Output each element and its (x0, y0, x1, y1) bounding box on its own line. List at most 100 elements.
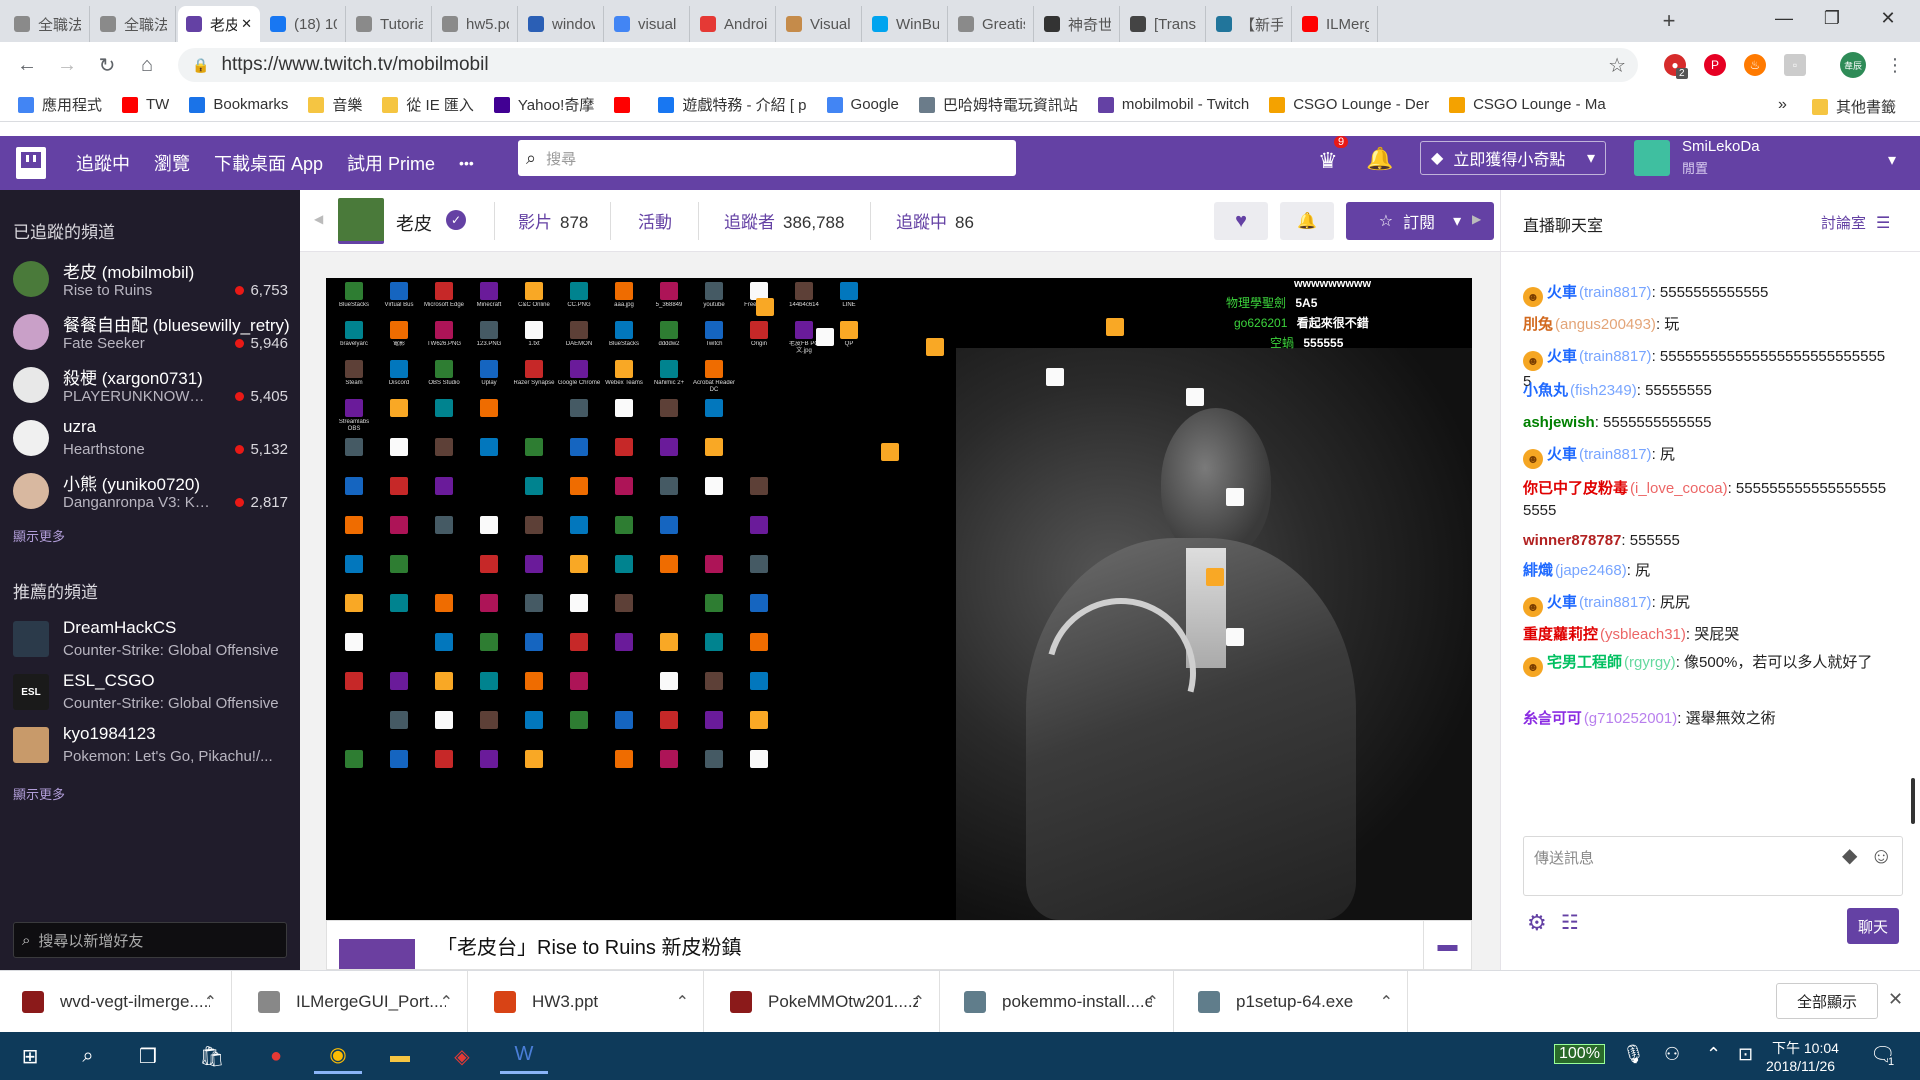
browser-tab[interactable]: 老皮 ✕ (178, 6, 260, 42)
forward-icon[interactable]: → (52, 50, 82, 80)
chat-rooms-button[interactable]: 討論室 ☰ (1821, 212, 1890, 233)
browser-tab[interactable]: Visual S (778, 6, 862, 42)
minimize-button[interactable]: — (1760, 0, 1808, 36)
chrome-icon[interactable]: ◉ (314, 1038, 362, 1074)
word-icon[interactable]: W (500, 1038, 548, 1074)
browser-tab[interactable]: Tutorial (348, 6, 432, 42)
comment-icon[interactable]: ▬ (1423, 921, 1471, 969)
chevron-up-icon[interactable]: ⌃ (440, 992, 453, 1012)
download-item[interactable]: pokemmo-install....exe⌃ (942, 971, 1174, 1033)
other-bookmarks[interactable]: 其他書籤 (1812, 96, 1896, 117)
tab-events[interactable]: 活動 (638, 208, 672, 233)
address-bar[interactable]: 🔒 https://www.twitch.tv/mobilmobil ☆ (178, 48, 1638, 82)
chat-username[interactable]: 重度蘿莉控 (1523, 626, 1598, 643)
followed-channel[interactable]: 餐餐自由配 (bluesewilly_retry) Fate Seeker 5,94… (0, 305, 300, 357)
chat-username[interactable]: 你已中了皮粉毒 (1523, 480, 1628, 497)
browser-tab[interactable]: [Transl (1122, 6, 1206, 42)
follow-heart-button[interactable]: ♥ (1214, 202, 1268, 240)
browser-tab[interactable]: WinBut (864, 6, 948, 42)
browser-tab[interactable]: (18) 10 (262, 6, 346, 42)
followed-channel[interactable]: 殺梗 (xargon0731) PLAYERUNKNOWN'... 5,405 (0, 358, 300, 410)
task-view-icon[interactable]: ❒ (124, 1038, 172, 1074)
chat-message-input[interactable]: 傳送訊息 ◆ ☺ (1523, 836, 1903, 896)
bookmark-star-icon[interactable]: ☆ (1608, 53, 1626, 78)
bookmark-item[interactable]: Yahoo!奇摩 (493, 94, 594, 115)
recommended-channel[interactable]: kyo1984123 Pokemon: Let's Go, Pikachu!/..… (0, 718, 300, 770)
show-more-followed[interactable]: 顯示更多 (13, 526, 65, 545)
viewer-list-icon[interactable]: ☷ (1561, 910, 1579, 935)
maximize-button[interactable]: ❐ (1808, 0, 1856, 36)
download-item[interactable]: p1setup-64.exe ⌃ (1176, 971, 1408, 1033)
recommended-channel[interactable]: DreamHackCS Counter-Strike: Global Offens… (0, 612, 300, 664)
chevron-up-icon[interactable]: ⌃ (912, 992, 925, 1012)
bookmark-item[interactable]: 從 IE 匯入 (382, 94, 474, 115)
download-item[interactable]: PokeMMOtw201....zip ⌃ (708, 971, 940, 1033)
chevron-up-icon[interactable]: ⌃ (1146, 992, 1159, 1012)
search-icon[interactable]: ⌕ (64, 1038, 112, 1074)
file-explorer-icon[interactable]: ▬ (376, 1038, 424, 1074)
download-item[interactable]: wvd-vegt-ilmerge....z...⌃ (0, 971, 232, 1033)
browser-tab[interactable]: 全職法師 (6, 6, 90, 42)
bookmark-item[interactable]: 音樂 (308, 94, 362, 115)
chat-scrollbar[interactable] (1911, 778, 1915, 824)
tab-videos[interactable]: 影片 878 (518, 208, 588, 233)
user-avatar[interactable] (1634, 140, 1670, 176)
show-more-recommended[interactable]: 顯示更多 (13, 784, 65, 803)
chrome-menu-icon[interactable]: ⋮ (1880, 50, 1910, 80)
chat-send-button[interactable]: 聊天 (1847, 908, 1899, 944)
new-tab-button[interactable]: + (1656, 8, 1682, 34)
followed-channel[interactable]: uzra Hearthstone 5,132 (0, 411, 300, 463)
browser-tab[interactable]: 【新手】 (1208, 6, 1292, 42)
download-item[interactable]: ILMergeGUI_Port....exe⌃ (236, 971, 468, 1033)
followed-channel[interactable]: 老皮 (mobilmobil) Rise to Ruins 6,753 (0, 252, 300, 304)
chat-username[interactable]: 宅男工程師 (1547, 654, 1622, 671)
nav-download-app[interactable]: 下載桌面 App (214, 150, 323, 176)
back-icon[interactable]: ← (12, 50, 42, 80)
bits-cheer-icon[interactable]: ◆ (1842, 843, 1857, 868)
bookmark-item[interactable]: 巴哈姆特電玩資訊站 (918, 94, 1078, 115)
game-box-art[interactable] (339, 939, 415, 969)
chevron-up-icon[interactable]: ⌃ (1380, 992, 1393, 1012)
windows-start-icon[interactable]: ⊞ (6, 1038, 54, 1074)
browser-tab[interactable]: Greatis (950, 6, 1034, 42)
bookmark-item[interactable]: 應用程式 (18, 94, 102, 115)
bookmark-item[interactable]: CSGO Lounge - Ma (1449, 96, 1606, 113)
chat-username[interactable]: 火車 (1547, 594, 1577, 611)
people-icon[interactable]: ⚇ (1664, 1044, 1680, 1065)
chat-username[interactable]: 小魚丸 (1523, 382, 1568, 399)
browser-tab[interactable]: 全職法師 (92, 6, 176, 42)
nav-browse[interactable]: 瀏覽 (154, 150, 190, 176)
close-window-button[interactable]: ✕ (1864, 0, 1912, 36)
bookmark-item[interactable]: mobilmobil - Twitch (1097, 96, 1249, 113)
notifications-bell-icon[interactable]: 🔔 (1366, 146, 1393, 172)
chat-username[interactable]: 糸슬可可 (1523, 710, 1582, 727)
app-red-icon[interactable]: ● (252, 1038, 300, 1074)
scroll-left-icon[interactable]: ◀ (314, 212, 323, 226)
crown-icon[interactable]: ♛ (1318, 148, 1338, 174)
clock-time[interactable]: 下午 10:04 (1772, 1038, 1839, 1058)
bookmark-item[interactable]: TW (122, 96, 169, 113)
chat-username[interactable]: ashjewish (1523, 414, 1595, 431)
friend-search-input[interactable]: ⌕ 搜尋以新增好友 (13, 922, 287, 958)
browser-tab[interactable]: Android (692, 6, 776, 42)
chat-username[interactable]: 刖兔 (1523, 316, 1553, 333)
bookmarks-overflow-icon[interactable]: » (1778, 96, 1787, 114)
bookmark-item[interactable] (614, 96, 638, 113)
tab-close-icon[interactable]: ✕ (241, 16, 252, 32)
tab-followers[interactable]: 追蹤者 386,788 (724, 208, 844, 233)
twitch-logo-icon[interactable] (16, 147, 46, 179)
browser-tab[interactable]: window (520, 6, 604, 42)
chevron-up-icon[interactable]: ⌃ (676, 992, 689, 1012)
recommended-channel[interactable]: ESL ESL_CSGO Counter-Strike: Global Offens… (0, 665, 300, 717)
scroll-right-icon[interactable]: ▶ (1472, 212, 1481, 226)
bookmark-item[interactable]: Bookmarks (189, 96, 288, 113)
home-icon[interactable]: ⌂ (132, 50, 162, 80)
close-downloads-icon[interactable]: ✕ (1888, 989, 1903, 1010)
get-bits-button[interactable]: ◆ 立即獲得小奇點 ▾ (1420, 141, 1606, 175)
reload-icon[interactable]: ↻ (92, 50, 122, 80)
chat-username[interactable]: 緋熾 (1523, 562, 1553, 579)
twitch-search-input[interactable]: ⌕ 搜尋 (518, 140, 1016, 176)
clock-date[interactable]: 2018/11/26 (1766, 1058, 1835, 1074)
chat-username[interactable]: 火車 (1547, 348, 1577, 365)
garena-icon[interactable]: ◈ (438, 1038, 486, 1074)
